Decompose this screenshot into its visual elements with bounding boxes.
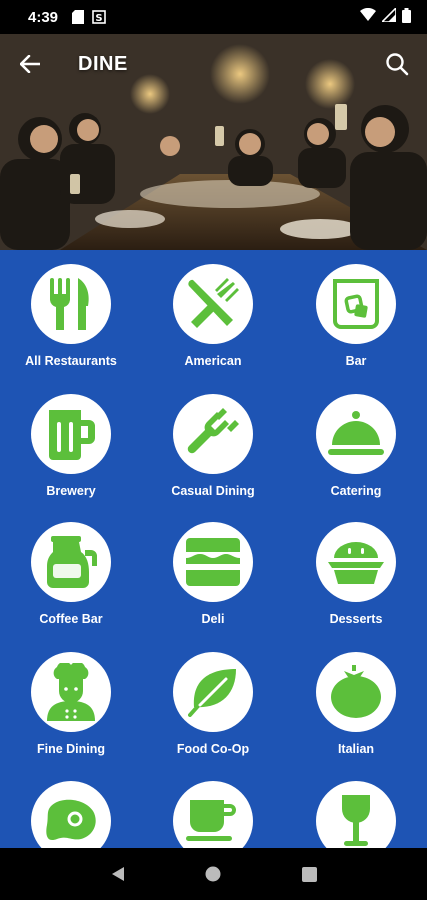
search-icon [386, 53, 409, 76]
wine-glass-icon [342, 795, 370, 846]
pie-icon [328, 542, 384, 584]
s-app-icon: S [92, 10, 106, 24]
category-steak[interactable] [0, 767, 142, 848]
sandwich-icon [186, 538, 240, 586]
crossed-utensils-icon [188, 278, 239, 328]
category-label: Fine Dining [36, 742, 106, 756]
app-bar: DINE [0, 34, 427, 94]
category-label: All Restaurants [25, 354, 117, 368]
category-label: Food Co-Op [176, 742, 250, 756]
category-brewery[interactable]: Brewery [0, 380, 142, 510]
battery-icon [402, 7, 411, 27]
category-label: Brewery [46, 484, 96, 498]
category-catering[interactable]: Catering [285, 380, 427, 510]
category-italian[interactable]: Italian [285, 638, 427, 768]
category-grid: All Restaurants American Bar Brewery Cas… [0, 250, 427, 848]
category-label: Desserts [329, 612, 383, 626]
category-label: Coffee Bar [39, 612, 103, 626]
category-wine[interactable] [285, 767, 427, 848]
category-label: Deli [201, 612, 225, 626]
status-bar: 4:39 S [0, 0, 427, 34]
nav-home-button[interactable] [193, 854, 233, 894]
category-label: Italian [337, 742, 375, 756]
fork-knife-icon [50, 278, 89, 330]
arrow-left-icon [20, 55, 40, 73]
nav-recents-button[interactable] [289, 854, 329, 894]
category-label: Catering [330, 484, 382, 498]
system-nav-bar [0, 848, 427, 900]
category-desserts[interactable]: Desserts [285, 508, 427, 638]
home-circle-icon [205, 866, 221, 882]
chef-icon [47, 663, 95, 721]
coffee-pot-icon [47, 536, 97, 588]
back-triangle-icon [111, 867, 124, 881]
category-fine-dining[interactable]: Fine Dining [0, 638, 142, 768]
fork-icon [187, 408, 239, 454]
wifi-icon [360, 7, 376, 26]
category-label: Bar [345, 354, 367, 368]
glass-ice-icon [333, 279, 379, 329]
recents-square-icon [301, 866, 317, 882]
leaf-icon [188, 669, 236, 717]
signal-icon [380, 6, 397, 26]
category-coffee-bar[interactable]: Coffee Bar [0, 508, 142, 638]
coffee-cup-icon [186, 800, 236, 841]
category-american[interactable]: American [142, 250, 284, 380]
category-label: American [184, 354, 242, 368]
svg-text:S: S [95, 13, 102, 24]
page-title: DINE [78, 52, 128, 75]
category-all-restaurants[interactable]: All Restaurants [0, 250, 142, 380]
nav-back-button[interactable] [98, 854, 138, 894]
status-time: 4:39 [28, 8, 59, 26]
sim-card-icon [72, 10, 85, 24]
back-button[interactable] [0, 34, 60, 94]
category-deli[interactable]: Deli [142, 508, 284, 638]
category-label: Casual Dining [171, 484, 255, 498]
steak-icon [46, 799, 96, 841]
search-button[interactable] [367, 34, 427, 94]
category-cafe[interactable] [142, 767, 284, 848]
category-casual-dining[interactable]: Casual Dining [142, 380, 284, 510]
cloche-icon [328, 411, 384, 455]
category-bar[interactable]: Bar [285, 250, 427, 380]
beer-mug-icon [49, 410, 95, 460]
tomato-icon [331, 665, 381, 718]
category-food-co-op[interactable]: Food Co-Op [142, 638, 284, 768]
